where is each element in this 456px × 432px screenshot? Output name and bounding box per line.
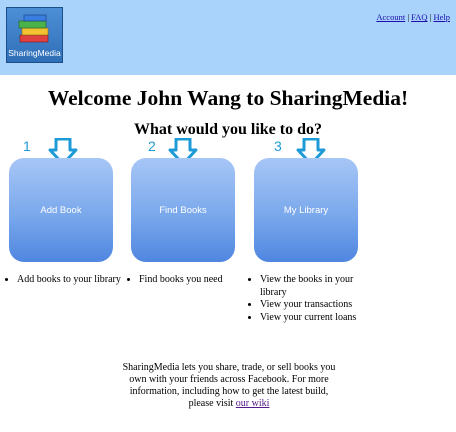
question-heading: What would you like to do? xyxy=(133,121,323,138)
books-stack-icon xyxy=(18,14,49,43)
footer-text: SharingMedia lets you share, trade, or s… xyxy=(122,362,336,409)
my-library-label: My Library xyxy=(283,204,329,216)
header-bar: SharingMedia Account | FAQ | Help xyxy=(0,0,456,75)
list-item: View the books in your library xyxy=(260,274,378,299)
find-books-button[interactable]: Find Books xyxy=(131,158,235,262)
app-logo[interactable]: SharingMedia xyxy=(6,7,63,63)
step-number: 1 xyxy=(23,138,31,154)
footer-info: SharingMedia lets you share, trade, or s… xyxy=(116,362,342,410)
add-book-button[interactable]: Add Book xyxy=(9,158,113,262)
help-link[interactable]: Help xyxy=(433,12,450,22)
step-number: 2 xyxy=(148,138,156,154)
find-books-description: Find books you need xyxy=(126,274,259,287)
list-item: View your current loans xyxy=(260,312,378,325)
faq-link[interactable]: FAQ xyxy=(411,12,427,22)
separator: | xyxy=(429,12,432,22)
separator: | xyxy=(407,12,410,22)
list-item: View your transactions xyxy=(260,299,378,312)
my-library-button[interactable]: My Library xyxy=(254,158,358,262)
welcome-heading: Welcome John Wang to SharingMedia! xyxy=(47,86,409,110)
top-links: Account | FAQ | Help xyxy=(376,12,450,22)
add-book-label: Add Book xyxy=(40,204,82,216)
account-link[interactable]: Account xyxy=(376,12,405,22)
wiki-link[interactable]: our wiki xyxy=(236,398,270,409)
add-book-description: Add books to your library xyxy=(4,274,139,287)
step-number: 3 xyxy=(274,138,282,154)
logo-text: SharingMedia xyxy=(8,48,61,58)
list-item: Add books to your library xyxy=(17,274,139,287)
find-books-label: Find Books xyxy=(159,204,207,216)
list-item: Find books you need xyxy=(139,274,259,287)
my-library-description: View the books in your library View your… xyxy=(247,274,378,324)
